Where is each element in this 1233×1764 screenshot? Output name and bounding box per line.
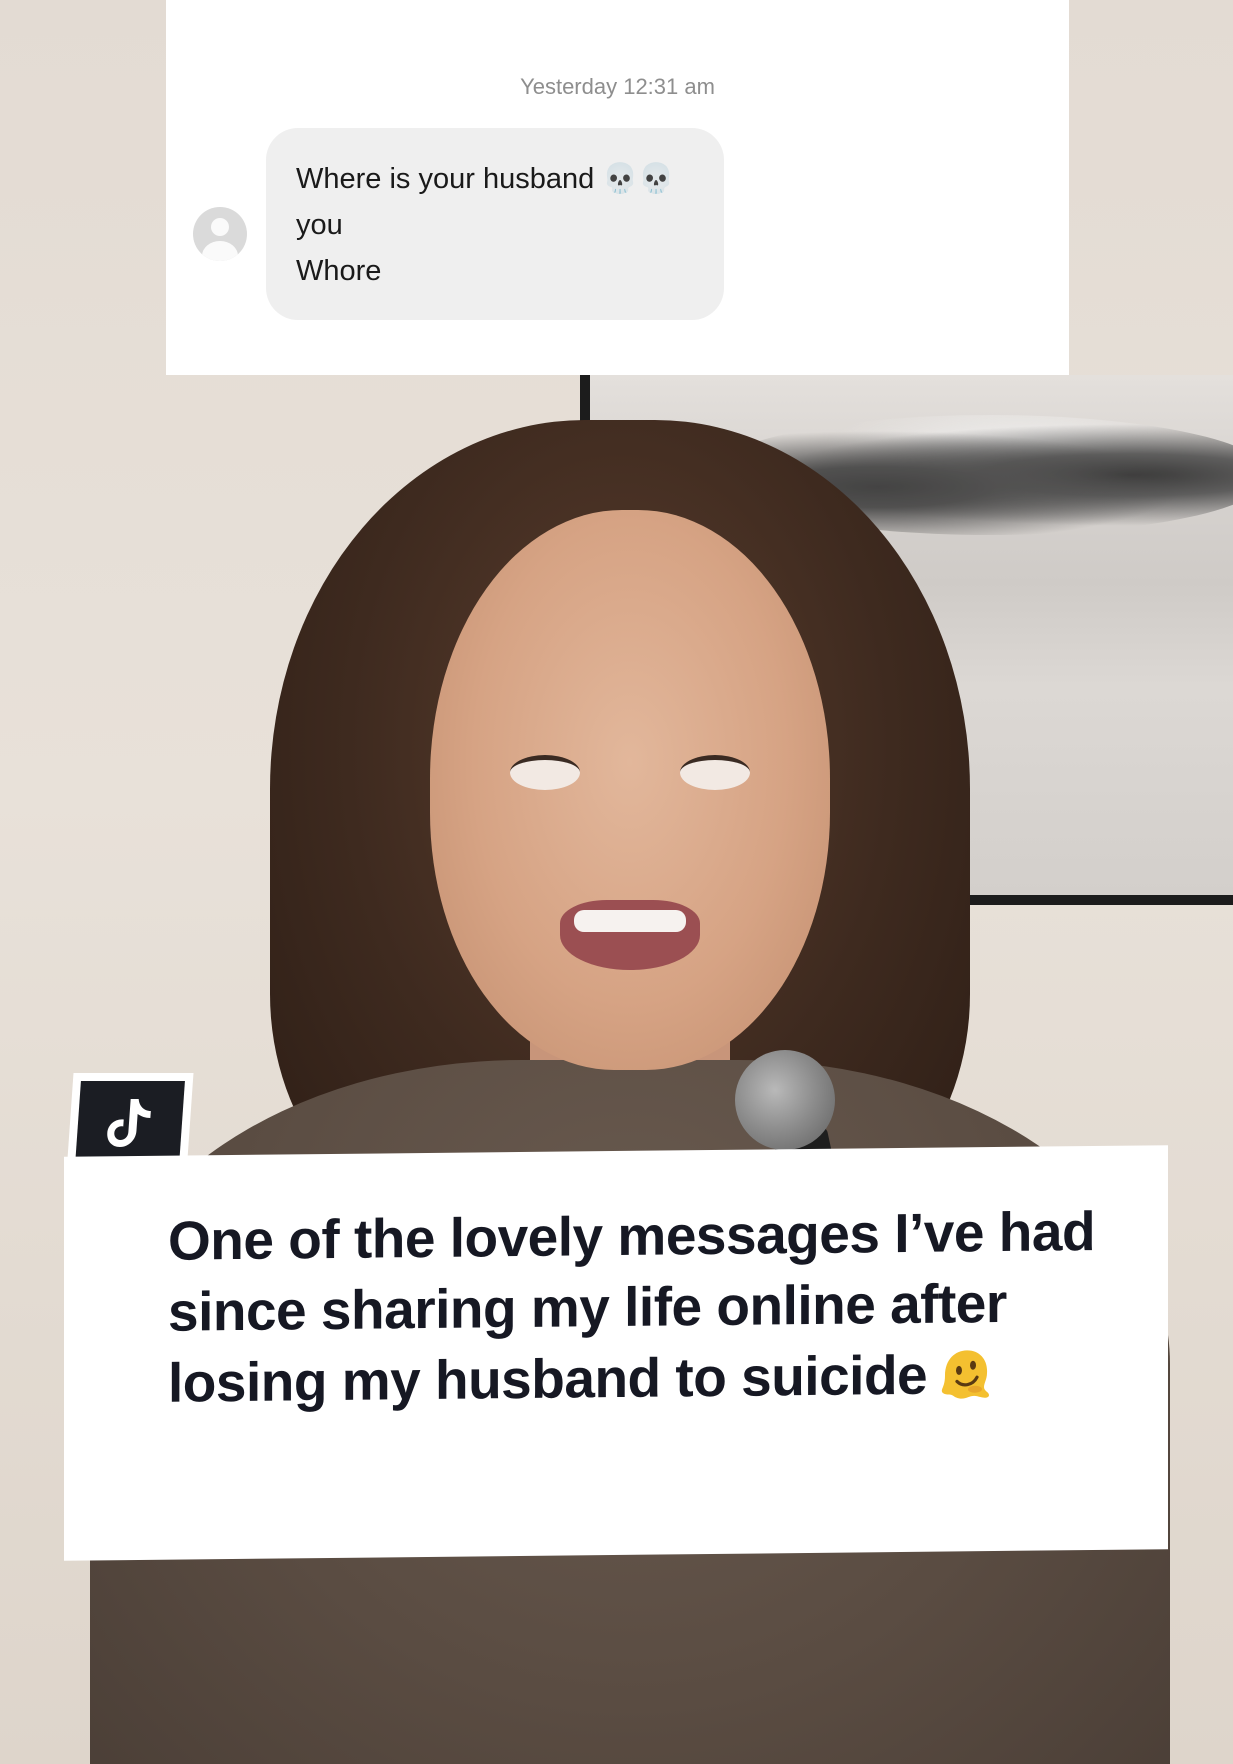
- tiktok-badge-inner: [75, 1081, 185, 1165]
- mouth: [560, 900, 700, 970]
- caption-text-block: One of the lovely messages I’ve had sinc…: [168, 1196, 1108, 1427]
- avatar-head: [211, 218, 229, 236]
- microphone: [735, 1050, 845, 1215]
- sender-avatar: [193, 207, 247, 261]
- caption-card: One of the lovely messages I’ve had sinc…: [64, 1145, 1168, 1561]
- tiktok-logo-icon: [107, 1099, 151, 1147]
- message-bubble: Where is your husband 💀💀 you Whore: [266, 128, 724, 320]
- left-eye: [510, 755, 580, 790]
- right-eye: [680, 755, 750, 790]
- message-timestamp: Yesterday 12:31 am: [520, 74, 715, 99]
- message-line-2: Whore: [296, 255, 382, 287]
- person: [90, 420, 1170, 1764]
- microphone-windscreen: [735, 1050, 835, 1150]
- message-line-1: Where is your husband 💀💀 you: [296, 163, 675, 241]
- face: [430, 510, 830, 1070]
- dm-screenshot-card: Yesterday 12:31 am Where is your husband…: [166, 0, 1069, 375]
- teeth: [574, 910, 686, 932]
- melting-face-emoji-icon: [937, 1345, 993, 1419]
- avatar-shoulders: [202, 241, 238, 261]
